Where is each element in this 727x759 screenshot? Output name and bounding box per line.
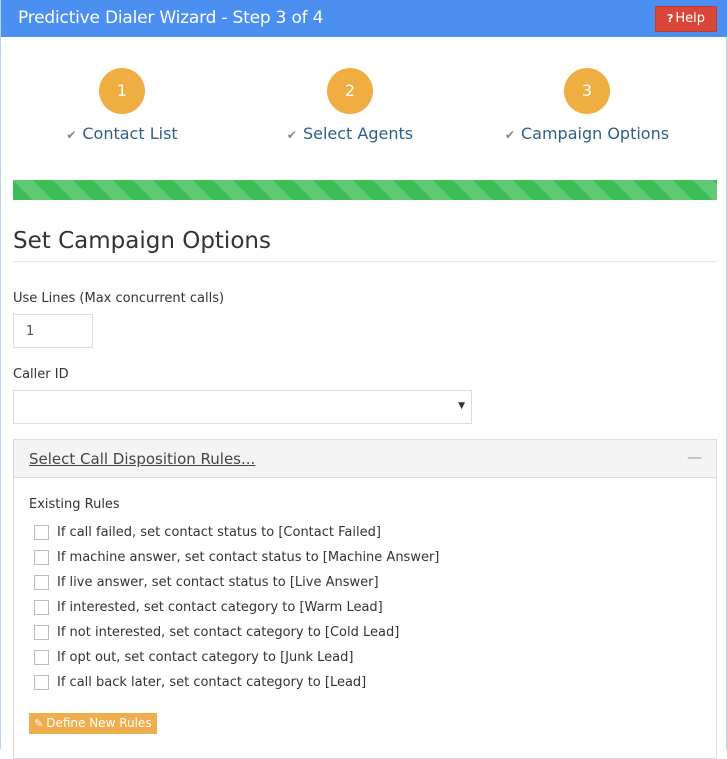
rule-item[interactable]: If machine answer, set contact status to…	[34, 545, 439, 570]
wizard-header: Predictive Dialer Wizard - Step 3 of 4 ?…	[1, 0, 727, 37]
rule-label: If not interested, set contact category …	[57, 625, 400, 640]
collapse-icon[interactable]: —	[687, 448, 702, 466]
panel-title-link[interactable]: Select Call Disposition Rules...	[29, 450, 255, 468]
help-button[interactable]: ? Help	[655, 6, 717, 32]
section-title: Set Campaign Options	[13, 228, 271, 254]
rule-label: If live answer, set contact status to [L…	[57, 575, 379, 590]
rule-checkbox[interactable]	[34, 625, 49, 640]
rule-label: If call failed, set contact status to [C…	[57, 525, 381, 540]
edit-icon: ✎	[34, 717, 44, 730]
step-label: Select Agents	[302, 124, 414, 143]
rule-label: If interested, set contact category to […	[57, 600, 383, 615]
rule-label: If opt out, set contact category to [Jun…	[57, 650, 354, 665]
rule-checkbox[interactable]	[34, 525, 49, 540]
step-2[interactable]: 2 ✔ Select Agents	[250, 68, 450, 143]
progress-fill	[13, 180, 717, 200]
rule-item[interactable]: If not interested, set contact category …	[34, 620, 439, 645]
caller-id-select[interactable]: ▼	[13, 390, 472, 424]
rule-checkbox[interactable]	[34, 650, 49, 665]
panel-header[interactable]: Select Call Disposition Rules... —	[14, 440, 716, 478]
wizard-title: Predictive Dialer Wizard - Step 3 of 4	[18, 8, 324, 28]
rule-checkbox[interactable]	[34, 575, 49, 590]
rules-list: If call failed, set contact status to [C…	[34, 520, 439, 695]
rule-label: If call back later, set contact category…	[57, 675, 367, 690]
existing-rules-label: Existing Rules	[29, 497, 120, 512]
dropdown-arrow-icon: ▼	[458, 401, 465, 411]
caller-id-label: Caller ID	[13, 367, 69, 382]
check-icon: ✔	[286, 128, 297, 142]
wizard-progress-bar	[13, 180, 717, 200]
step-number-circle: 1	[99, 68, 145, 114]
rule-item[interactable]: If call failed, set contact status to [C…	[34, 520, 439, 545]
step-label: Contact List	[82, 124, 178, 143]
define-new-rules-button[interactable]: ✎ Define New Rules	[29, 713, 157, 734]
use-lines-label: Use Lines (Max concurrent calls)	[13, 291, 225, 306]
define-new-rules-label: Define New Rules	[46, 716, 152, 730]
section-divider	[13, 261, 717, 262]
rule-item[interactable]: If live answer, set contact status to [L…	[34, 570, 439, 595]
step-number-circle: 2	[327, 68, 373, 114]
rule-item[interactable]: If call back later, set contact category…	[34, 670, 439, 695]
step-1[interactable]: 1 ✔ Contact List	[22, 68, 222, 143]
step-number-circle: 3	[564, 68, 610, 114]
rule-checkbox[interactable]	[34, 600, 49, 615]
rule-item[interactable]: If opt out, set contact category to [Jun…	[34, 645, 439, 670]
rule-checkbox[interactable]	[34, 675, 49, 690]
wizard-window: Predictive Dialer Wizard - Step 3 of 4 ?…	[0, 0, 727, 759]
rule-label: If machine answer, set contact status to…	[57, 550, 440, 565]
rule-item[interactable]: If interested, set contact category to […	[34, 595, 439, 620]
use-lines-input[interactable]	[13, 314, 93, 348]
disposition-rules-panel: Select Call Disposition Rules... — Exist…	[13, 439, 717, 759]
question-icon: ?	[666, 12, 674, 25]
check-icon: ✔	[66, 128, 77, 142]
step-3[interactable]: 3 ✔ Campaign Options	[487, 68, 687, 143]
rule-checkbox[interactable]	[34, 550, 49, 565]
step-label: Campaign Options	[520, 124, 670, 143]
help-label: Help	[675, 11, 706, 26]
check-icon: ✔	[504, 128, 515, 142]
